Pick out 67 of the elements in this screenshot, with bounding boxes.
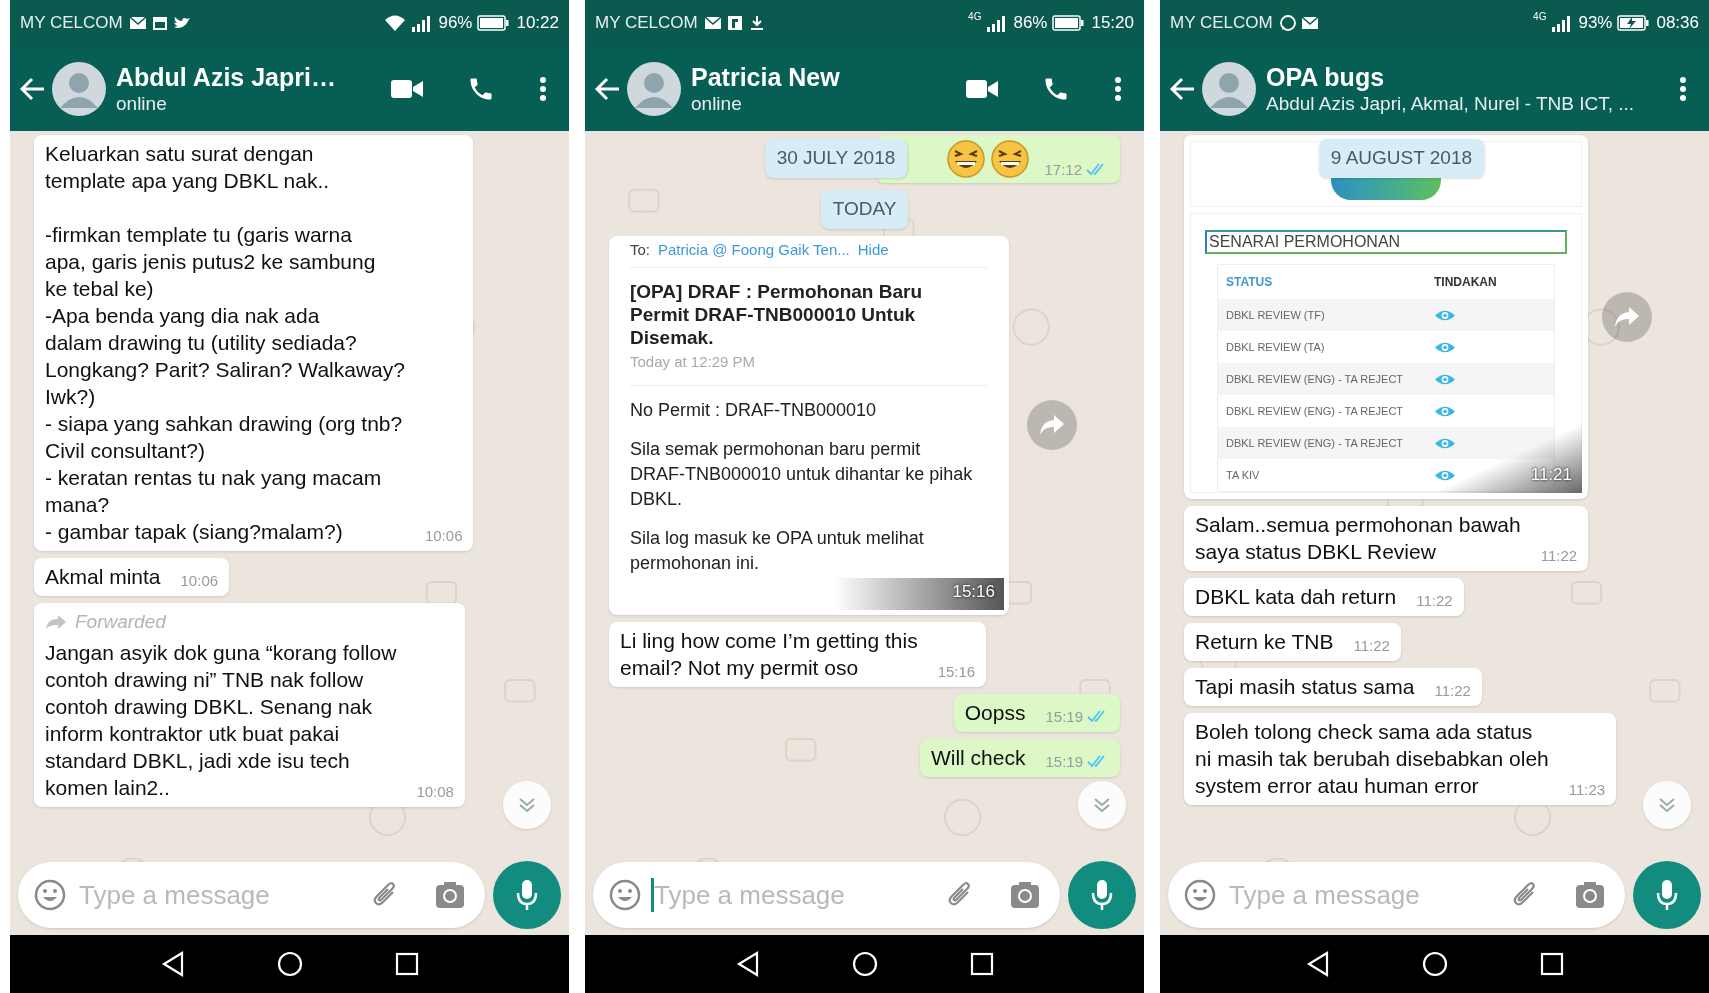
timestamp: 15:19: [1045, 709, 1083, 724]
chat-subtitle: online: [116, 91, 168, 116]
chat-subtitle: Abdul Azis Japri, Akmal, Nurel - TNB ICT, ...: [1266, 91, 1636, 116]
message-text: Salam..semua permohonan bawah saya status DBKL Review: [1195, 512, 1521, 565]
chat-title[interactable]: Abdul Azis Japri…: [116, 61, 377, 92]
email-paragraph: No Permit : DRAF-TNB000010: [630, 399, 878, 422]
date-chip: 9 AUGUST 2018: [1318, 139, 1485, 178]
message-input[interactable]: Type a message: [79, 875, 361, 915]
column-header: STATUS: [1226, 274, 1274, 291]
carrier-name: MY CELCOM: [595, 12, 698, 35]
carrier-name: MY CELCOM: [1170, 12, 1273, 35]
chat-title[interactable]: OPA bugs: [1266, 61, 1665, 92]
timestamp: 15:19: [1045, 754, 1083, 769]
table-cell-text: DBKL REVIEW (TA): [1226, 339, 1326, 355]
date-chip: 30 JULY 2018: [764, 139, 908, 178]
carrier-name: MY CELCOM: [20, 12, 123, 35]
clock-time: 15:20: [1091, 12, 1134, 35]
chat-title[interactable]: Patricia New: [691, 61, 952, 92]
timestamp: 17:12: [1044, 162, 1082, 177]
network-label: 4G: [968, 12, 982, 23]
message-text: Tapi masih status sama: [1195, 674, 1415, 700]
timestamp: 11:21: [1530, 463, 1572, 486]
table-cell-text: DBKL REVIEW (ENG) - TA REJECT: [1226, 371, 1405, 387]
to-label: To:: [630, 240, 650, 259]
clock-time: 10:22: [516, 12, 559, 35]
message-text: Boleh tolong check sama ada status ni masih tak berubah disebabkan oleh system error atau human error: [1195, 719, 1549, 799]
message-text: Oopss: [964, 700, 1026, 726]
message-input[interactable]: Type a message: [654, 875, 936, 915]
timestamp: 10:08: [416, 783, 454, 799]
table-cell-text: DBKL REVIEW (ENG) - TA REJECT: [1226, 403, 1405, 419]
message-text: Return ke TNB: [1195, 629, 1334, 655]
table-cell-text: DBKL REVIEW (TF): [1226, 307, 1326, 323]
section-title: SENARAI PERMOHONAN: [1205, 230, 1567, 254]
email-paragraph: Sila semak permohonan baru permit DRAF-TNB000010 untuk dihantar ke pihak DBKL.: [630, 438, 974, 511]
timestamp: 11:23: [1568, 782, 1606, 797]
email-date: Today at 12:29 PM: [630, 351, 757, 372]
message-text: Keluarkan satu surat dengan template apa yang DBKL nak.. -firmkan template tu (garis warna apa, garis jenis putus2 ke sambung ke tebal ke) -Apa benda yang dia nak ada dalam drawing tu (utility sediada? Longkang? Parit? Saliran? Walkaway? Iwk?) - siapa yang sahkan drawing (org tnb? Civil consultant?) - keratan rentas tu nak yang macam mana? - gambar tapak (siang?malam?): [45, 141, 405, 545]
table-cell-text: TA KIV: [1226, 467, 1261, 483]
timestamp: 15:16: [937, 664, 976, 679]
clock-time: 08:36: [1656, 12, 1699, 35]
column-header: TINDAKAN: [1434, 274, 1497, 291]
timestamp: 11:22: [1540, 548, 1578, 563]
battery-percent: 96%: [438, 12, 473, 35]
message-text: Will check: [930, 745, 1026, 771]
table-cell-text: DBKL REVIEW (ENG) - TA REJECT: [1226, 435, 1405, 451]
date-chip: TODAY: [820, 190, 909, 229]
message-field[interactable]: Type a message: [18, 862, 485, 928]
email-subject: [OPA] DRAF : Permohonan Baru Permit DRAF-TNB000010 Untuk Disemak.: [630, 279, 924, 349]
timestamp: 11:22: [1416, 593, 1453, 608]
message-text: DBKL kata dah return: [1195, 584, 1397, 610]
message-text: Jangan asyik dok guna “korang follow contoh drawing ni” TNB nak follow contoh drawing DBKL. Senang nak inform kontraktor utk buat pakai standard DBKL, jadi xde isu tech komen lain2..: [45, 639, 397, 801]
battery-percent: 86%: [1013, 12, 1048, 35]
message-field[interactable]: Type a message: [1168, 862, 1625, 928]
message-input[interactable]: Type a message: [1229, 875, 1501, 915]
chat-subtitle: online: [691, 91, 743, 116]
timestamp: 11:22: [1353, 638, 1390, 653]
timestamp: 15:16: [952, 580, 995, 603]
timestamp: 11:22: [1434, 683, 1471, 698]
message-text: Li ling how come I’m getting this email? Not my permit oso: [620, 628, 918, 681]
timestamp: 10:06: [180, 573, 219, 588]
network-label: 4G: [1533, 12, 1547, 23]
battery-percent: 93%: [1578, 12, 1613, 35]
timestamp: 10:06: [424, 528, 463, 543]
forwarded-label: Forwarded: [75, 610, 166, 634]
message-field[interactable]: Type a message: [593, 862, 1060, 928]
message-text: Akmal minta: [45, 564, 161, 590]
email-paragraph: Sila log masuk ke OPA untuk melihat permohonan ini.: [630, 527, 925, 575]
